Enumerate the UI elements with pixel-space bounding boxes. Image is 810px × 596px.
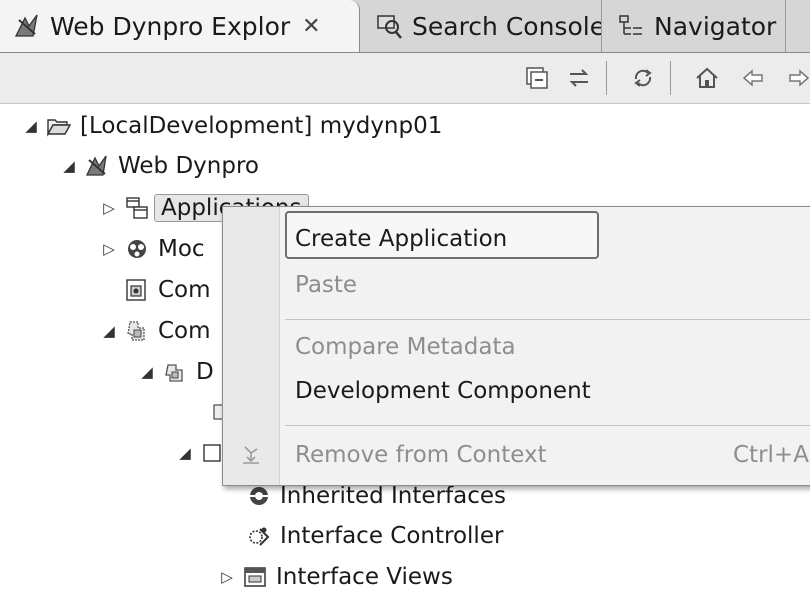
tab-navigator[interactable]: Navigator	[604, 0, 786, 52]
interface-controller-icon	[244, 521, 274, 551]
tree-item-label: [LocalDevelopment] mydynp01	[80, 113, 443, 139]
tree-item-component[interactable]: ◢ D	[138, 354, 214, 390]
component-interface-icon	[122, 275, 152, 305]
home-icon[interactable]	[692, 63, 722, 93]
tree-item-component-interfaces[interactable]: Com	[118, 272, 211, 308]
menu-item-development-component[interactable]: Development Component	[223, 369, 810, 413]
tree-item-components[interactable]: ◢ Com	[100, 313, 211, 349]
expanded-arrow-icon[interactable]: ◢	[60, 157, 78, 175]
components-icon	[122, 316, 152, 346]
tree-item-web-dynpro[interactable]: ◢ Web Dynpro	[60, 148, 259, 184]
context-menu: Create Application Paste Compare Metadat…	[222, 206, 810, 486]
toolbar-separator	[670, 61, 671, 95]
tree-item-label: Com	[158, 318, 211, 344]
tree-item-label: Com	[158, 277, 211, 303]
toolbar-separator	[606, 61, 607, 95]
view-toolbar	[0, 53, 810, 104]
menu-item-label: Remove from Context	[295, 442, 547, 468]
menu-item-shortcut: Ctrl+A	[733, 442, 809, 468]
expanded-arrow-icon[interactable]: ◢	[22, 117, 40, 135]
navigator-icon	[616, 11, 646, 41]
tab-label: Search Console	[412, 11, 602, 41]
tree-item-label: Inherited Interfaces	[280, 483, 506, 509]
collapsed-arrow-icon[interactable]: ▷	[218, 568, 236, 586]
refresh-icon[interactable]	[628, 63, 658, 93]
tree-item-interface-views[interactable]: ▷ Interface Views	[218, 559, 453, 595]
applications-icon	[122, 193, 152, 223]
expanded-arrow-icon[interactable]: ◢	[138, 363, 156, 381]
models-icon	[122, 234, 152, 264]
tab-label: Navigator	[654, 11, 777, 41]
tree-item-label: Moc	[158, 236, 205, 262]
collapsed-arrow-icon[interactable]: ▷	[100, 199, 118, 217]
search-console-icon	[374, 11, 404, 41]
expanded-arrow-icon[interactable]: ◢	[100, 322, 118, 340]
menu-item-create-application[interactable]: Create Application	[223, 217, 810, 261]
tree-item-interface-controller[interactable]: Interface Controller	[222, 518, 503, 554]
tree-item-label: D	[196, 359, 214, 385]
tab-label: Web Dynpro Explor	[50, 11, 291, 41]
menu-separator	[285, 319, 810, 320]
view-tab-bar: Web Dynpro Explor ✕ Search Console Navig…	[0, 0, 810, 53]
remove-from-context-icon	[237, 441, 265, 469]
tab-search-console[interactable]: Search Console	[362, 0, 602, 52]
collapse-all-icon[interactable]	[522, 63, 552, 93]
tree-item-project[interactable]: ◢ [LocalDevelopment] mydynp01	[22, 108, 442, 144]
web-dynpro-icon	[82, 151, 112, 181]
tab-web-dynpro-explorer[interactable]: Web Dynpro Explor ✕	[0, 0, 360, 52]
menu-separator	[285, 425, 810, 426]
tree-item-label: Interface Controller	[280, 523, 504, 549]
folder-open-icon	[44, 111, 74, 141]
forward-icon[interactable]	[784, 63, 810, 93]
collapsed-arrow-icon[interactable]: ▷	[100, 240, 118, 258]
tab-overflow[interactable]	[788, 0, 810, 52]
interface-views-icon	[240, 562, 270, 592]
expanded-arrow-icon[interactable]: ◢	[176, 444, 194, 462]
tree-item-label: Interface Views	[276, 564, 453, 590]
menu-item-label: Create Application	[295, 226, 508, 252]
menu-item-label: Development Component	[295, 378, 591, 404]
component-icon	[160, 357, 190, 387]
tree-item-models[interactable]: ▷ Moc	[100, 231, 205, 267]
close-icon[interactable]: ✕	[302, 14, 320, 39]
back-icon[interactable]	[738, 63, 768, 93]
tree-item-label: Web Dynpro	[118, 153, 259, 179]
menu-item-label: Compare Metadata	[295, 334, 516, 360]
link-with-editor-icon[interactable]	[564, 63, 594, 93]
menu-item-compare-metadata[interactable]: Compare Metadata	[223, 325, 810, 369]
web-dynpro-icon	[12, 11, 42, 41]
menu-item-remove-from-context[interactable]: Remove from Context Ctrl+A	[223, 433, 810, 477]
menu-item-paste[interactable]: Paste	[223, 263, 810, 307]
menu-item-label: Paste	[295, 272, 358, 298]
